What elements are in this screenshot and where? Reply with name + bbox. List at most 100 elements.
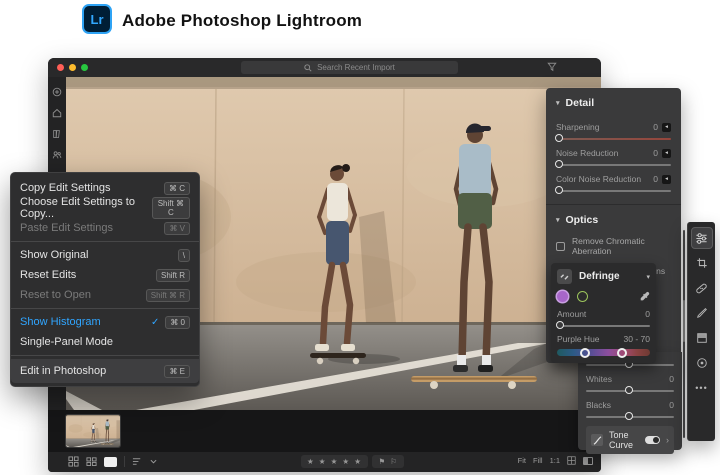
zoom-fill-button[interactable]: Fill <box>533 456 543 465</box>
my-photos-icon[interactable] <box>52 129 62 139</box>
sharpening-row: Sharpening 0◂ <box>556 122 671 140</box>
chevron-down-icon[interactable] <box>150 458 157 465</box>
checkbox[interactable] <box>556 242 565 251</box>
checkmark-icon: ✓ <box>151 317 159 328</box>
color-noise-reduction-row: Color Noise Reduction 0◂ <box>556 174 671 192</box>
detail-view-icon[interactable] <box>104 457 117 467</box>
defringe-title: Defringe <box>579 271 639 282</box>
menu-item-single-panel-mode[interactable]: Single-Panel Mode <box>11 332 199 352</box>
noise-reduction-row: Noise Reduction 0◂ <box>556 148 671 166</box>
sharpening-slider[interactable] <box>556 138 671 140</box>
search-placeholder: Search Recent Import <box>317 63 395 72</box>
star-rating[interactable]: ★ ★ ★ ★ ★ <box>301 455 368 468</box>
menu-item-choose-edit-settings[interactable]: Choose Edit Settings to Copy... Shift ⌘ … <box>11 198 199 218</box>
square-grid-view-icon[interactable] <box>68 456 79 467</box>
divider <box>124 456 125 467</box>
chevron-down-icon[interactable]: ▾ <box>646 273 650 281</box>
slider-knob[interactable] <box>625 412 633 420</box>
collapse-chip-icon[interactable]: ◂ <box>662 123 671 132</box>
menu-item-copy-edit-settings[interactable]: Copy Edit Settings ⌘ C <box>11 178 199 198</box>
menu-item-edit-in-photoshop[interactable]: Edit in Photoshop ⌘ E <box>11 359 199 383</box>
tone-curve-row[interactable]: Tone Curve › <box>586 426 674 454</box>
add-photos-icon[interactable] <box>52 87 62 97</box>
menu-item-reset-to-open[interactable]: Reset to Open Shift ⌘ R <box>11 285 199 305</box>
crop-tool-icon[interactable] <box>691 252 713 274</box>
traffic-lights <box>57 64 88 71</box>
more-tools-icon[interactable]: ••• <box>691 377 713 399</box>
lightroom-logo-text: Lr <box>91 12 104 27</box>
chevron-down-icon: ▾ <box>556 216 560 224</box>
defringe-icon <box>557 269 572 284</box>
menu-item-paste-edit-settings[interactable]: Paste Edit Settings ⌘ V <box>11 218 199 238</box>
slider-knob[interactable] <box>555 134 563 142</box>
flag-controls[interactable]: ⚑ ⚐ <box>372 455 404 468</box>
tone-curve-toggle[interactable] <box>645 436 660 444</box>
slider-knob[interactable] <box>556 321 564 329</box>
hue-knob-high[interactable] <box>617 348 627 358</box>
close-button[interactable] <box>57 64 64 71</box>
lightroom-logo: Lr <box>82 4 112 34</box>
amount-slider[interactable] <box>557 325 650 327</box>
slider-knob[interactable] <box>625 386 633 394</box>
defringe-popup: Defringe ▾ Amount 0 Purple Hue 30 - 70 <box>551 263 656 363</box>
tone-curve-icon <box>591 434 603 446</box>
zoom-button[interactable] <box>81 64 88 71</box>
shortcut-badge: Shift ⌘ C <box>152 197 190 219</box>
hidden-slider[interactable] <box>586 364 674 366</box>
healing-brush-tool-icon[interactable] <box>691 277 713 299</box>
noise-reduction-slider[interactable] <box>556 164 671 166</box>
shortcut-badge: ⌘ E <box>164 365 190 378</box>
whites-slider[interactable] <box>586 390 674 392</box>
slider-knob[interactable] <box>555 160 563 168</box>
menu-item-show-histogram[interactable]: Show Histogram ✓⌘ 0 <box>11 312 199 332</box>
grid-overlay-icon[interactable] <box>567 456 576 465</box>
menu-item-show-original[interactable]: Show Original \ <box>11 245 199 265</box>
collapse-chip-icon[interactable]: ◂ <box>662 175 671 184</box>
before-after-icon[interactable] <box>583 457 593 465</box>
shortcut-badge: ⌘ C <box>164 182 190 195</box>
radial-gradient-tool-icon[interactable] <box>691 352 713 374</box>
shared-icon[interactable] <box>52 150 62 160</box>
brush-tool-icon[interactable] <box>691 302 713 324</box>
thumbnail-image <box>66 415 120 447</box>
filmstrip <box>48 410 601 452</box>
purple-hue-row: Purple Hue 30 - 70 <box>557 334 650 356</box>
detail-section-header[interactable]: ▾ Detail <box>556 97 671 109</box>
section-divider <box>546 204 681 205</box>
grid-view-icon[interactable] <box>86 456 97 467</box>
chevron-right-icon[interactable]: › <box>666 436 669 444</box>
minimize-button[interactable] <box>69 64 76 71</box>
page: Lr Adobe Photoshop Lightroom Search Rece… <box>0 0 720 475</box>
shortcut-badge: ⌘ 0 <box>165 316 190 329</box>
color-noise-reduction-slider[interactable] <box>556 190 671 192</box>
green-fringe-swatch[interactable] <box>577 291 588 302</box>
page-title: Adobe Photoshop Lightroom <box>122 11 362 31</box>
menu-separator <box>11 355 199 356</box>
scrollbar-thumb[interactable] <box>683 300 685 342</box>
purple-fringe-swatch[interactable] <box>557 291 568 302</box>
optics-section-header[interactable]: ▾ Optics <box>556 214 671 226</box>
edit-tool-icon[interactable] <box>691 227 713 249</box>
shortcut-badge: \ <box>178 249 190 262</box>
filter-icon[interactable] <box>547 62 557 72</box>
shortcut-badge: ⌘ V <box>164 222 190 235</box>
home-icon[interactable] <box>52 108 62 118</box>
zoom-fit-button[interactable]: Fit <box>518 456 526 465</box>
blacks-slider[interactable] <box>586 416 674 418</box>
purple-hue-slider[interactable] <box>557 349 650 356</box>
eyedropper-icon[interactable] <box>639 291 650 302</box>
amount-row: Amount 0 <box>557 309 650 327</box>
menu-item-reset-edits[interactable]: Reset Edits Shift R <box>11 265 199 285</box>
sort-icon[interactable] <box>132 456 143 467</box>
bottom-toolbar: ★ ★ ★ ★ ★ ⚑ ⚐ Fit Fill 1:1 <box>48 452 601 472</box>
linear-gradient-tool-icon[interactable] <box>691 327 713 349</box>
collapse-chip-icon[interactable]: ◂ <box>662 149 671 158</box>
hue-knob-low[interactable] <box>580 348 590 358</box>
panel-scrollbar[interactable] <box>683 230 685 438</box>
search-icon <box>304 64 312 72</box>
remove-chromatic-aberration-row[interactable]: Remove Chromatic Aberration <box>556 236 671 256</box>
filmstrip-thumbnail[interactable] <box>66 415 120 447</box>
zoom-1-1-button[interactable]: 1:1 <box>550 456 560 465</box>
slider-knob[interactable] <box>555 186 563 194</box>
search-input[interactable]: Search Recent Import <box>241 61 458 74</box>
